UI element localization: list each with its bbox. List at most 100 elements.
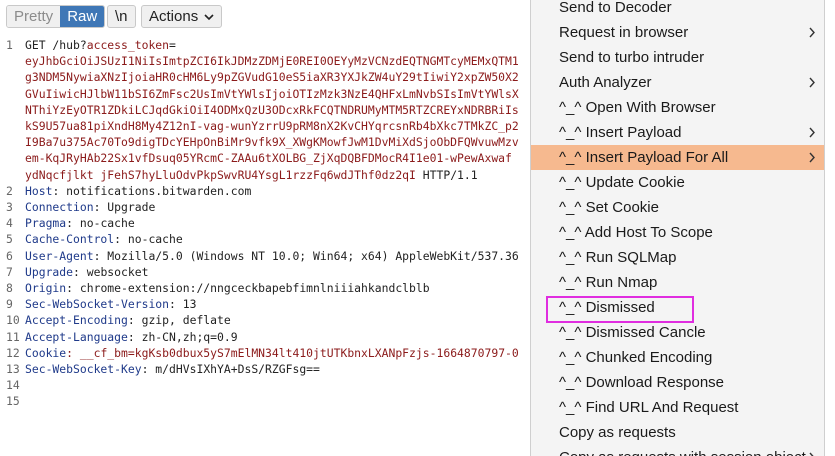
header-value: : 13 bbox=[169, 297, 197, 312]
menu-item[interactable]: ^_^ Open With Browser bbox=[531, 95, 824, 120]
editor-scrollbar[interactable] bbox=[826, 0, 835, 456]
menu-item[interactable]: ^_^ Add Host To Scope bbox=[531, 220, 824, 245]
menu-item[interactable]: ^_^ Run SQLMap bbox=[531, 245, 824, 270]
header-value: : gzip, deflate bbox=[127, 313, 231, 328]
header-name: Host bbox=[25, 183, 53, 198]
line-number: 12 bbox=[6, 345, 20, 360]
annotation-highlight-box bbox=[546, 296, 694, 323]
actions-label: Actions bbox=[149, 8, 199, 25]
header-value: HTTP/1.1 bbox=[415, 167, 478, 182]
menu-item-label: Request in browser bbox=[559, 24, 689, 41]
menu-item[interactable]: Copy as requests bbox=[531, 420, 824, 445]
header-value: : websocket bbox=[73, 264, 149, 279]
menu-item-label: ^_^ Insert Payload bbox=[559, 124, 682, 141]
menu-item[interactable]: ^_^ Find URL And Request bbox=[531, 395, 824, 420]
menu-item-label: ^_^ Download Response bbox=[559, 374, 725, 391]
token-value-text: I9Ba7u375Ac70To9digTDcYEHpOnBiMr9vfk9X_X… bbox=[25, 135, 519, 150]
line-number: 9 bbox=[6, 297, 13, 312]
actions-button[interactable]: Actions bbox=[141, 5, 223, 28]
token-value-text: g3NDM5NywiaXNzIjoiaHR0cHM6Ly9pZGVudG10eS… bbox=[25, 70, 519, 85]
line-number: 3 bbox=[6, 200, 13, 214]
menu-item[interactable]: Request in browser bbox=[531, 20, 824, 45]
line-number: 5 bbox=[6, 232, 13, 247]
chevron-down-icon bbox=[204, 13, 214, 20]
menu-item-label: Copy as requests bbox=[559, 424, 676, 441]
header-name: Pragma bbox=[25, 216, 67, 231]
line-number bbox=[0, 102, 20, 118]
menu-item[interactable]: ^_^ Set Cookie bbox=[531, 195, 824, 220]
line-number: 11 bbox=[6, 329, 20, 344]
line-number bbox=[0, 118, 20, 134]
header-value: : m/dHVsIXhYA+DsS/RZGFsg== bbox=[141, 362, 320, 376]
menu-item[interactable]: ^_^ Download Response bbox=[531, 370, 824, 395]
token-value-text: eyJhbGciOiJSUzI1NiIsImtpZCI6IkJDMzZDMjE0… bbox=[25, 54, 519, 69]
header-value: = bbox=[169, 38, 176, 52]
chevron-right-icon bbox=[809, 152, 815, 163]
context-menu: Send to Decoder Request in browser Send to… bbox=[530, 0, 825, 456]
line-number bbox=[0, 86, 20, 102]
header-name: Accept-Encoding bbox=[25, 313, 128, 328]
header-name: Origin bbox=[25, 281, 67, 295]
chevron-right-icon bbox=[809, 127, 815, 138]
header-name: User-Agent bbox=[25, 248, 94, 263]
header-value: : chrome-extension://nngceckbapebfimnlni… bbox=[66, 281, 430, 295]
menu-item[interactable]: Auth Analyzer bbox=[531, 70, 824, 95]
menu-item-label: ^_^ Update Cookie bbox=[559, 174, 685, 191]
line-number: 10 bbox=[6, 313, 20, 328]
header-value: : zh-CN,zh;q=0.9 bbox=[127, 329, 238, 344]
raw-tab[interactable]: Raw bbox=[60, 6, 105, 27]
line-number: 7 bbox=[6, 264, 13, 279]
header-name: Sec-WebSocket-Version bbox=[25, 297, 170, 312]
menu-item[interactable]: ^_^ Run Nmap bbox=[531, 270, 824, 295]
token-value-text: em-KqJRyHAb22Sx1vfDsuq05YRcmC-ZAAu6tXOLB… bbox=[25, 151, 512, 166]
menu-item[interactable]: ^_^ Dismissed Cancle bbox=[531, 320, 824, 345]
menu-item-label: ^_^ Insert Payload For All bbox=[559, 149, 729, 166]
header-name: Cookie bbox=[25, 345, 67, 360]
header-name: Connection bbox=[25, 200, 94, 214]
header-value: : no-cache bbox=[66, 216, 135, 231]
line-number: 6 bbox=[6, 248, 13, 263]
chevron-right-icon bbox=[809, 452, 814, 456]
menu-item[interactable]: ^_^ Update Cookie bbox=[531, 170, 824, 195]
menu-item-label: Send to Decoder bbox=[559, 0, 672, 16]
menu-item-label: ^_^ Run Nmap bbox=[559, 274, 658, 291]
request-line-text: GET /hub? bbox=[25, 38, 87, 52]
header-name: Accept-Language bbox=[25, 329, 128, 344]
line-number: 14 bbox=[6, 378, 20, 393]
menu-item[interactable]: Send to Decoder bbox=[531, 0, 824, 20]
menu-item-label: ^_^ Dismissed Cancle bbox=[559, 324, 706, 341]
line-number: 8 bbox=[6, 281, 13, 295]
line-number: 13 bbox=[6, 362, 20, 376]
menu-item[interactable]: ^_^ Chunked Encoding bbox=[531, 345, 824, 370]
header-value: : notifications.bitwarden.com bbox=[52, 183, 252, 198]
pretty-tab[interactable]: Pretty bbox=[7, 6, 61, 27]
line-number: 2 bbox=[6, 183, 13, 198]
menu-item-label: ^_^ Add Host To Scope bbox=[559, 224, 713, 241]
header-value: : Upgrade bbox=[93, 200, 156, 214]
line-number bbox=[0, 150, 20, 166]
token-value-text: GVuIiwicHJlbW11bSI6ZmFsc2UsImVtYWlsIjoiO… bbox=[25, 86, 519, 101]
view-mode-toggle: Pretty Raw bbox=[6, 5, 106, 28]
menu-item-label: Copy as requests with session object bbox=[559, 449, 806, 456]
newline-toggle-button[interactable]: \n bbox=[107, 5, 136, 28]
header-name: Upgrade bbox=[25, 264, 74, 279]
line-number: 1 bbox=[6, 38, 13, 52]
header-value: : no-cache bbox=[114, 232, 183, 247]
menu-item-label: ^_^ Open With Browser bbox=[559, 99, 716, 116]
menu-item-label: ^_^ Find URL And Request bbox=[559, 399, 739, 416]
menu-item[interactable]: ^_^ Insert Payload bbox=[531, 120, 824, 145]
line-number: 15 bbox=[6, 394, 20, 409]
header-value: : Mozilla/5.0 (Windows NT 10.0; Win64; x… bbox=[93, 248, 519, 263]
chevron-right-icon bbox=[809, 27, 815, 38]
chevron-right-icon bbox=[809, 77, 815, 88]
header-name: Sec-WebSocket-Key bbox=[25, 362, 142, 376]
line-number bbox=[0, 53, 20, 69]
menu-item[interactable]: ^_^ Insert Payload For All bbox=[531, 145, 824, 170]
token-value-text: NThiYzEyOTR1ZDkiLCJqdGkiOiI4ODMxQzU3ODcx… bbox=[25, 102, 519, 117]
line-number: 4 bbox=[6, 216, 13, 231]
line-number bbox=[0, 134, 20, 150]
menu-item[interactable]: Send to turbo intruder bbox=[531, 45, 824, 70]
line-number bbox=[0, 167, 20, 183]
menu-item-label: Auth Analyzer bbox=[559, 74, 652, 91]
menu-item[interactable]: Copy as requests with session object bbox=[531, 445, 824, 456]
